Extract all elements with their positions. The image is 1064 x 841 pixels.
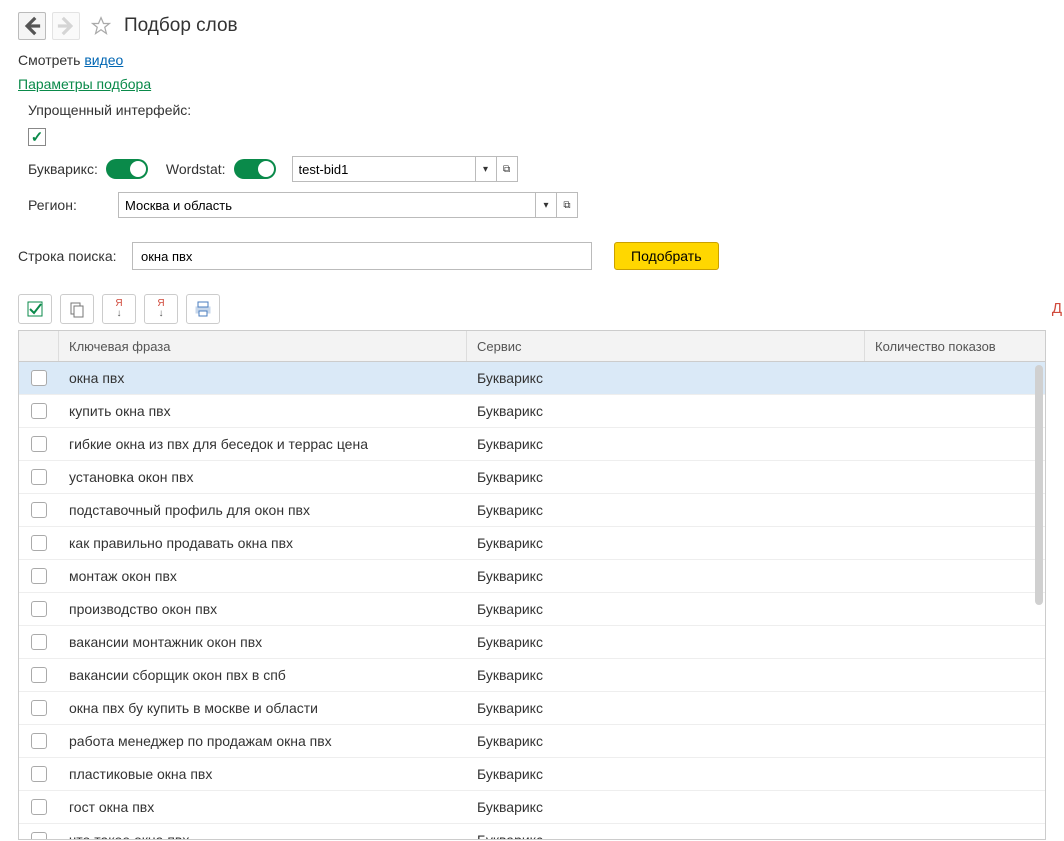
results-table: Ключевая фраза Сервис Количество показов… [18, 330, 1046, 840]
table-row[interactable]: гост окна пвхБукварикс [19, 791, 1045, 824]
table-row[interactable]: пластиковые окна пвхБукварикс [19, 758, 1045, 791]
row-phrase: вакансии монтажник окон пвх [59, 634, 467, 650]
row-phrase: установка окон пвх [59, 469, 467, 485]
header-phrase[interactable]: Ключевая фраза [59, 331, 467, 361]
table-row[interactable]: окна пвх бу купить в москве и областиБук… [19, 692, 1045, 725]
row-checkbox[interactable] [31, 667, 47, 683]
favorite-star-icon[interactable] [90, 15, 112, 37]
table-row[interactable]: вакансии монтажник окон пвхБукварикс [19, 626, 1045, 659]
header-count[interactable]: Количество показов [865, 331, 1045, 361]
row-service: Букварикс [467, 634, 865, 650]
row-service: Букварикс [467, 799, 865, 815]
simplified-label: Упрощенный интерфейс: [28, 102, 191, 118]
row-checkbox[interactable] [31, 502, 47, 518]
region-expand-icon[interactable]: ⧉ [556, 192, 578, 218]
check-all-button[interactable] [18, 294, 52, 324]
side-letter: Д [1050, 298, 1064, 319]
row-service: Букварикс [467, 766, 865, 782]
wordstat-toggle[interactable] [234, 159, 276, 179]
table-row[interactable]: как правильно продавать окна пвхБукварик… [19, 527, 1045, 560]
row-phrase: пластиковые окна пвх [59, 766, 467, 782]
row-checkbox[interactable] [31, 700, 47, 716]
search-button[interactable]: Подобрать [614, 242, 719, 270]
wordstat-expand-icon[interactable]: ⧉ [496, 156, 518, 182]
bukvariks-label: Букварикс: [28, 161, 98, 177]
row-service: Букварикс [467, 502, 865, 518]
row-service: Букварикс [467, 469, 865, 485]
params-link[interactable]: Параметры подбора [18, 76, 151, 92]
video-link[interactable]: видео [84, 52, 123, 68]
page-title: Подбор слов [124, 15, 238, 37]
row-checkbox[interactable] [31, 403, 47, 419]
row-phrase: как правильно продавать окна пвх [59, 535, 467, 551]
sort-ya-desc-button[interactable]: Я↓ [144, 294, 178, 324]
search-input[interactable] [132, 242, 592, 270]
forward-button[interactable] [52, 12, 80, 40]
row-phrase: что такое окна пвх [59, 832, 467, 840]
region-label: Регион: [28, 197, 110, 213]
row-checkbox[interactable] [31, 370, 47, 386]
row-checkbox[interactable] [31, 733, 47, 749]
row-checkbox[interactable] [31, 634, 47, 650]
row-phrase: производство окон пвх [59, 601, 467, 617]
row-phrase: окна пвх [59, 370, 467, 386]
row-checkbox[interactable] [31, 436, 47, 452]
row-checkbox[interactable] [31, 799, 47, 815]
table-row[interactable]: монтаж окон пвхБукварикс [19, 560, 1045, 593]
header-checkbox-col [19, 331, 59, 361]
row-checkbox[interactable] [31, 832, 47, 840]
row-phrase: купить окна пвх [59, 403, 467, 419]
row-checkbox[interactable] [31, 766, 47, 782]
bukvariks-toggle[interactable] [106, 159, 148, 179]
row-service: Букварикс [467, 700, 865, 716]
row-phrase: гибкие окна из пвх для беседок и террас … [59, 436, 467, 452]
table-row[interactable]: что такое окна пвхБукварикс [19, 824, 1045, 840]
scrollbar[interactable] [1035, 365, 1043, 605]
table-row[interactable]: установка окон пвхБукварикс [19, 461, 1045, 494]
row-phrase: вакансии сборщик окон пвх в спб [59, 667, 467, 683]
table-row[interactable]: производство окон пвхБукварикс [19, 593, 1045, 626]
region-input[interactable] [118, 192, 536, 218]
simplified-checkbox[interactable] [28, 128, 46, 146]
row-service: Букварикс [467, 535, 865, 551]
row-phrase: подставочный профиль для окон пвх [59, 502, 467, 518]
table-row[interactable]: работа менеджер по продажам окна пвхБукв… [19, 725, 1045, 758]
row-service: Букварикс [467, 403, 865, 419]
row-service: Букварикс [467, 667, 865, 683]
watch-prefix: Смотреть [18, 52, 84, 68]
row-service: Букварикс [467, 832, 865, 840]
print-button[interactable] [186, 294, 220, 324]
table-row[interactable]: гибкие окна из пвх для беседок и террас … [19, 428, 1045, 461]
table-row[interactable]: вакансии сборщик окон пвх в спбБукварикс [19, 659, 1045, 692]
row-phrase: монтаж окон пвх [59, 568, 467, 584]
row-checkbox[interactable] [31, 568, 47, 584]
table-row[interactable]: купить окна пвхБукварикс [19, 395, 1045, 428]
row-service: Букварикс [467, 568, 865, 584]
sort-ya-asc-button[interactable]: Я↓ [102, 294, 136, 324]
row-checkbox[interactable] [31, 469, 47, 485]
wordstat-label: Wordstat: [166, 161, 226, 177]
copy-button[interactable] [60, 294, 94, 324]
wordstat-account-input[interactable] [292, 156, 476, 182]
row-service: Букварикс [467, 733, 865, 749]
table-row[interactable]: подставочный профиль для окон пвхБуквари… [19, 494, 1045, 527]
row-checkbox[interactable] [31, 601, 47, 617]
header-service[interactable]: Сервис [467, 331, 865, 361]
back-button[interactable] [18, 12, 46, 40]
row-phrase: окна пвх бу купить в москве и области [59, 700, 467, 716]
row-phrase: работа менеджер по продажам окна пвх [59, 733, 467, 749]
row-phrase: гост окна пвх [59, 799, 467, 815]
wordstat-dropdown-icon[interactable]: ▾ [475, 156, 497, 182]
region-dropdown-icon[interactable]: ▾ [535, 192, 557, 218]
table-row[interactable]: окна пвхБукварикс [19, 362, 1045, 395]
row-service: Букварикс [467, 436, 865, 452]
search-label: Строка поиска: [18, 248, 124, 264]
row-service: Букварикс [467, 601, 865, 617]
row-service: Букварикс [467, 370, 865, 386]
row-checkbox[interactable] [31, 535, 47, 551]
